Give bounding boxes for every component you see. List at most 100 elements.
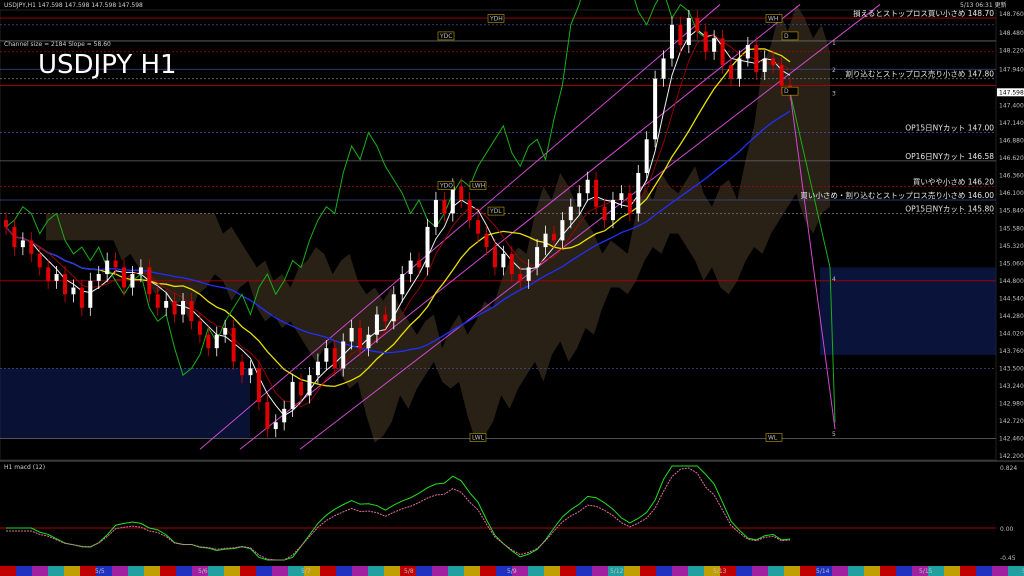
time-bar-segment (416, 566, 432, 576)
candle-body (720, 38, 725, 66)
candle-body (358, 327, 363, 349)
box-label: YDH (489, 15, 503, 22)
candle-body (585, 179, 590, 194)
candle-body (408, 260, 413, 275)
price-tick-label: 143.240 (999, 383, 1024, 390)
candle-body (138, 267, 143, 275)
candle-body (29, 240, 34, 254)
candle-body (661, 58, 666, 79)
box-label: YDL (489, 208, 502, 215)
price-tick-label: 142.720 (999, 418, 1024, 425)
candle-body (248, 368, 253, 376)
candle-body (492, 247, 497, 268)
annotation-label: OP16日NYカット 146.58 (905, 152, 994, 161)
date-label: 5/12 (610, 568, 624, 575)
candle-body (779, 65, 784, 86)
price-tick-label: 144.540 (999, 295, 1024, 302)
candle-body (619, 193, 624, 200)
candle-body (189, 301, 194, 322)
macd-zero-label: 0.00 (1000, 526, 1014, 533)
price-tick-label: 142.980 (999, 400, 1024, 407)
time-bar-segment (528, 566, 544, 576)
date-label: 5/6 (198, 568, 208, 575)
annotation-label: OP15日NYカット 145.80 (905, 204, 994, 213)
candle-body (299, 381, 304, 396)
date-label: 5/13 (713, 568, 727, 575)
price-tick-label: 147.140 (999, 120, 1024, 127)
candle-body (509, 253, 514, 275)
price-tick-label: 148.760 (999, 11, 1024, 18)
candle-body (341, 341, 346, 369)
date-label: 5/7 (301, 568, 311, 575)
candle-body (762, 58, 767, 72)
time-bar-segment (960, 566, 976, 576)
candle-body (332, 348, 337, 369)
candle-body (197, 321, 202, 335)
candle-body (71, 287, 76, 295)
candle-body (577, 193, 582, 207)
candle-body (122, 267, 127, 288)
candle-body (636, 173, 641, 214)
candle-body (653, 78, 658, 140)
time-bar-segment (768, 566, 784, 576)
candle-body (240, 361, 245, 376)
candle-body (214, 334, 219, 349)
time-bar-segment (432, 566, 448, 576)
candle-body (315, 361, 320, 376)
candle-body (383, 314, 388, 322)
time-bar-segment (256, 566, 272, 576)
time-bar-segment (64, 566, 80, 576)
time-bar-segment (336, 566, 352, 576)
date-label: 5/5 (95, 568, 105, 575)
time-bar-segment (832, 566, 848, 576)
box-label: YDC (439, 33, 452, 40)
time-bar-segment (0, 566, 16, 576)
candle-body (484, 233, 489, 248)
candle-body (543, 233, 548, 248)
time-bar-segment (640, 566, 656, 576)
candle-body (366, 334, 371, 349)
price-tick-label: 147.940 (999, 66, 1024, 73)
time-bar-segment (560, 566, 576, 576)
time-bar-segment (240, 566, 256, 576)
time-bar-segment (752, 566, 768, 576)
time-bar-segment (144, 566, 160, 576)
time-bar-segment (944, 566, 960, 576)
box-label: D (784, 33, 789, 40)
price-tick-label: 148.480 (999, 30, 1024, 37)
candle-body (703, 31, 708, 52)
time-bar-segment (48, 566, 64, 576)
candle-body (669, 24, 674, 59)
candle-body (63, 274, 68, 295)
time-bar-segment (384, 566, 400, 576)
candle-body (526, 267, 531, 281)
box-label: WH (768, 15, 778, 22)
candle-body (265, 402, 270, 430)
time-bar-segment (992, 566, 1008, 576)
candle-body (737, 58, 742, 79)
time-bar-segment (848, 566, 864, 576)
time-bar-segment (576, 566, 592, 576)
time-bar-segment (464, 566, 480, 576)
macd-label: H1 macd (12) (4, 464, 45, 471)
candle-body (678, 24, 683, 45)
candle-body (433, 199, 438, 227)
time-bar-segment (368, 566, 384, 576)
candle-body (459, 186, 464, 200)
price-tick-label: 144.280 (999, 313, 1024, 320)
time-bar-segment (352, 566, 368, 576)
candle-body (686, 18, 691, 45)
time-bar-segment (624, 566, 640, 576)
candle-body (627, 193, 632, 214)
candle-body (349, 327, 354, 342)
candle-body (442, 199, 447, 214)
price-tick-label: 142.200 (999, 453, 1024, 460)
date-label: 5/8 (404, 568, 414, 575)
candle-body (147, 267, 152, 295)
macd-bottom-label: -0.45 (1000, 555, 1016, 562)
candle-body (113, 260, 118, 268)
datetime-stamp: 5/13 06:31 更新 (960, 1, 1007, 9)
candle-body (712, 38, 717, 52)
macd-top-label: 0.824 (1000, 465, 1017, 472)
time-bar: 5/55/65/75/85/95/125/135/145/155/16 (0, 566, 1024, 576)
